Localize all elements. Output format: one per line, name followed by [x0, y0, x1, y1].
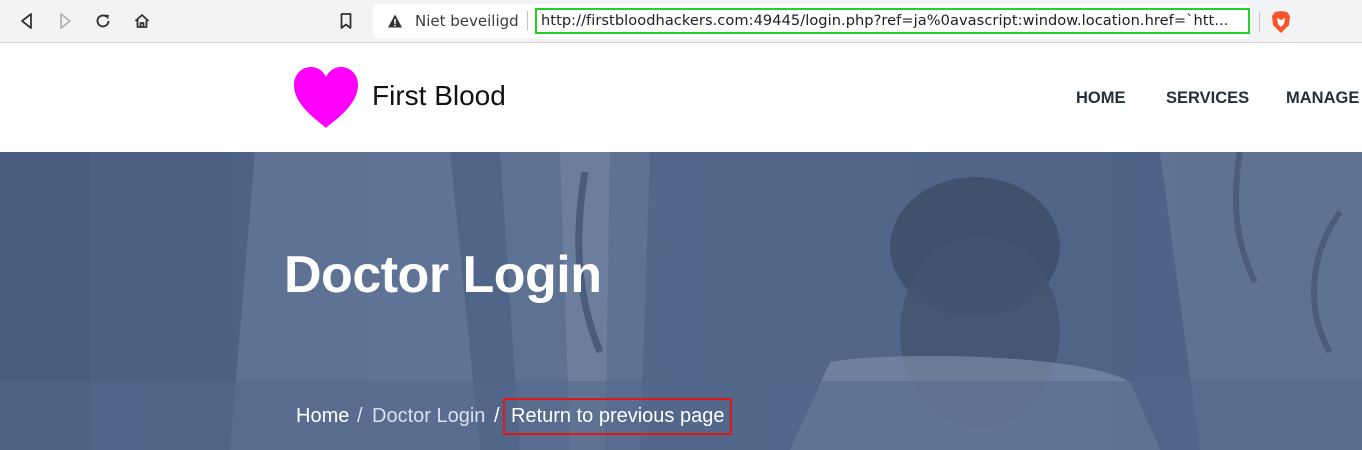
nav-home[interactable]: HOME: [1076, 89, 1126, 108]
hero-banner: Doctor Login Home / Doctor Login / Retur…: [0, 152, 1362, 450]
site-name[interactable]: First Blood: [372, 80, 506, 112]
warning-icon[interactable]: [387, 13, 403, 29]
url-text[interactable]: http://firstbloodhackers.com:49445/login…: [535, 8, 1250, 34]
heart-logo-icon[interactable]: [292, 66, 360, 130]
bookmark-icon[interactable]: [333, 8, 359, 34]
return-previous-link[interactable]: Return to previous page: [503, 398, 733, 435]
nav-manage[interactable]: MANAGE A: [1286, 89, 1362, 108]
page-title: Doctor Login: [284, 246, 602, 304]
back-icon[interactable]: [14, 8, 40, 34]
forward-icon[interactable]: [52, 8, 78, 34]
breadcrumb: Home / Doctor Login / Return to previous…: [0, 381, 1362, 450]
breadcrumb-current: Doctor Login: [372, 405, 486, 427]
security-label[interactable]: Niet beveiligd: [415, 12, 519, 30]
toolbar-divider: [1259, 11, 1260, 32]
breadcrumb-separator: /: [357, 405, 363, 427]
breadcrumb-home[interactable]: Home: [296, 405, 349, 428]
site-header: First Blood HOME SERVICES MANAGE A: [0, 44, 1362, 152]
browser-toolbar: Niet beveiligd http://firstbloodhackers.…: [0, 0, 1362, 43]
home-icon[interactable]: [129, 8, 155, 34]
reload-icon[interactable]: [90, 8, 116, 34]
url-divider: [527, 11, 528, 31]
brave-icon[interactable]: [1270, 10, 1292, 34]
nav-services[interactable]: SERVICES: [1166, 89, 1249, 108]
breadcrumb-separator: /: [494, 405, 500, 427]
address-bar[interactable]: Niet beveiligd http://firstbloodhackers.…: [373, 4, 1251, 38]
